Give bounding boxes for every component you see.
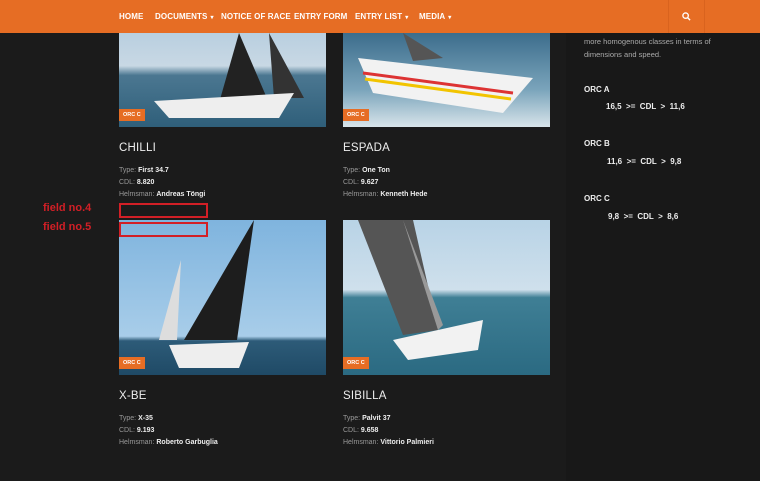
class-rule: 11,6 >= CDL > 9,8 (607, 157, 682, 166)
class-badge: ORC C (119, 357, 145, 369)
sidebar (566, 33, 760, 481)
boat-photo[interactable]: ORC C (343, 220, 550, 375)
nav-notice-of-race[interactable]: NOTICE OF RACE (221, 12, 291, 21)
chevron-down-icon: ▾ (405, 15, 409, 21)
class-rule: 16,5 >= CDL > 11,6 (606, 102, 685, 111)
boat-name[interactable]: SIBILLA (343, 390, 387, 402)
boat-cdl: CDL: 8.820 (119, 179, 155, 186)
class-name: ORC B (584, 139, 610, 148)
top-nav: HOME DOCUMENTS ▾ NOTICE OF RACE ENTRY FOR… (0, 0, 760, 33)
boat-photo[interactable]: ORC C (119, 220, 326, 375)
boat-helmsman: Helmsman: Roberto Garbuglia (119, 439, 218, 446)
nav-entry-form[interactable]: ENTRY FORM (294, 12, 347, 21)
field-5-box (119, 222, 208, 237)
nav-home[interactable]: HOME (119, 12, 143, 21)
boat-cdl: CDL: 9.193 (119, 427, 155, 434)
boat-helmsman: Helmsman: Andreas Töngi (119, 191, 206, 198)
nav-documents[interactable]: DOCUMENTS ▾ (155, 12, 214, 21)
search-button[interactable] (668, 0, 705, 33)
class-badge: ORC C (119, 109, 145, 121)
sailboat-image (358, 33, 533, 113)
sailboat-image (358, 220, 483, 360)
boat-type: Type: Palvit 37 (343, 415, 391, 422)
sailboat-image (159, 220, 254, 368)
boat-helmsman: Helmsman: Kenneth Hede (343, 191, 428, 198)
boat-photo[interactable]: ORC C (119, 33, 326, 127)
class-name: ORC C (584, 194, 610, 203)
nav-entry-list[interactable]: ENTRY LIST ▾ (355, 12, 408, 21)
nav-documents-label: DOCUMENTS (155, 12, 208, 21)
class-rule: 9,8 >= CDL > 8,6 (608, 212, 679, 221)
class-badge: ORC C (343, 109, 369, 121)
class-name: ORC A (584, 85, 610, 94)
boat-name[interactable]: ESPADA (343, 142, 390, 154)
annotation-label-field-5: field no.5 (43, 221, 92, 233)
boat-photo[interactable]: ORC C (343, 33, 550, 127)
boat-cdl: CDL: 9.627 (343, 179, 379, 186)
boat-name[interactable]: X-BE (119, 390, 147, 402)
boat-type: Type: One Ton (343, 167, 390, 174)
boat-helmsman: Helmsman: Vittorio Palmieri (343, 439, 434, 446)
chevron-down-icon: ▾ (210, 15, 214, 21)
search-icon (682, 12, 691, 21)
boat-type: Type: X-35 (119, 415, 153, 422)
chevron-down-icon: ▾ (448, 15, 452, 21)
sidebar-intro: more homogenous classes in terms of dime… (584, 37, 711, 59)
boat-cdl: CDL: 9.658 (343, 427, 379, 434)
nav-media-label: MEDIA (419, 12, 446, 21)
annotation-label-field-4: field no.4 (43, 202, 92, 214)
boat-type: Type: First 34.7 (119, 167, 169, 174)
boat-name[interactable]: CHILLI (119, 142, 156, 154)
nav-media[interactable]: MEDIA ▾ (419, 12, 451, 21)
field-4-box (119, 203, 208, 218)
sailboat-image (154, 33, 304, 118)
class-badge: ORC C (343, 357, 369, 369)
nav-entry-list-label: ENTRY LIST (355, 12, 403, 21)
